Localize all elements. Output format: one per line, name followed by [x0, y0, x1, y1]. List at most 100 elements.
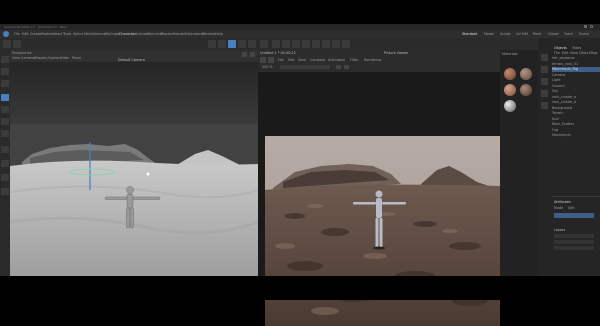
- viewport-nav-zoom-icon[interactable]: [250, 52, 255, 57]
- menu-file[interactable]: File: [14, 32, 20, 36]
- pv-render-icon[interactable]: [268, 57, 274, 63]
- object-item-selected[interactable]: Mannequin_Rig: [552, 67, 600, 72]
- points-mode-icon[interactable]: [1, 106, 9, 113]
- move-tool-icon[interactable]: [208, 40, 216, 48]
- subdivision-icon[interactable]: [292, 40, 300, 48]
- objects-menu-edit[interactable]: Edit: [562, 51, 569, 55]
- menu-modes[interactable]: Modes: [41, 32, 52, 36]
- menu-character[interactable]: Character: [119, 32, 136, 36]
- menu-create[interactable]: Create: [30, 32, 41, 36]
- menu-tools[interactable]: Tools: [63, 32, 71, 36]
- search-icon[interactable]: [541, 90, 548, 97]
- object-item[interactable]: Sky: [552, 89, 600, 94]
- takes-tab[interactable]: Takes: [572, 46, 581, 50]
- attributes-field[interactable]: [554, 240, 594, 244]
- live-select-icon[interactable]: [1, 68, 9, 75]
- material-ball-terrain[interactable]: [520, 68, 532, 80]
- attributes-mode[interactable]: Mode: [554, 206, 563, 210]
- axis-mode-icon[interactable]: [1, 146, 9, 153]
- material-ball-mannequin[interactable]: [504, 100, 516, 112]
- snap-icon[interactable]: [1, 160, 9, 167]
- pv-menu-animation[interactable]: Animation: [328, 58, 345, 62]
- attributes-field[interactable]: [554, 234, 594, 238]
- object-item[interactable]: Background: [552, 106, 600, 111]
- menu-edit[interactable]: Edit: [22, 32, 29, 36]
- deformer-icon[interactable]: [312, 40, 320, 48]
- attributes-edit[interactable]: Edit: [568, 206, 575, 210]
- layout-model[interactable]: Model: [484, 32, 494, 36]
- layer-tool-icon[interactable]: [541, 78, 548, 85]
- pv-zoom-value[interactable]: 100 %: [262, 65, 273, 69]
- objects-tab[interactable]: Objects: [554, 46, 567, 50]
- pv-timeline-slider[interactable]: [280, 65, 330, 69]
- light-icon[interactable]: [342, 40, 350, 48]
- object-item[interactable]: Mannequin: [552, 133, 600, 138]
- objects-menu-object[interactable]: Object: [579, 51, 590, 55]
- layout-uv-edit[interactable]: UV Edit: [516, 32, 528, 36]
- camera-icon[interactable]: [332, 40, 340, 48]
- pv-menu-file[interactable]: File: [278, 58, 284, 62]
- object-tool-icon[interactable]: [541, 54, 548, 61]
- minimize-icon[interactable]: [584, 25, 587, 28]
- maximize-icon[interactable]: [590, 25, 593, 28]
- render-settings-icon[interactable]: [260, 40, 268, 48]
- 3d-viewport[interactable]: [10, 62, 258, 276]
- pv-menu-view[interactable]: View: [298, 58, 306, 62]
- menu-tracker[interactable]: Tracker: [161, 32, 173, 36]
- viewport-tab-filter[interactable]: Filter: [61, 56, 69, 60]
- object-item[interactable]: Null: [552, 117, 600, 122]
- undo-icon[interactable]: [3, 40, 11, 48]
- spline-pen-icon[interactable]: [282, 40, 290, 48]
- viewport-tab-display[interactable]: Display: [35, 56, 48, 60]
- layout-groom[interactable]: Groom: [548, 32, 559, 36]
- layout-standard[interactable]: Standard: [462, 32, 477, 36]
- object-item[interactable]: rock_cluster_a: [552, 95, 600, 100]
- object-mode-icon[interactable]: [1, 94, 9, 101]
- layout-paint[interactable]: Paint: [533, 32, 541, 36]
- workplane-icon[interactable]: [1, 174, 9, 181]
- menu-volume[interactable]: Volume: [93, 32, 106, 36]
- scale-tool-icon[interactable]: [218, 40, 226, 48]
- object-item[interactable]: Camera: [552, 73, 600, 78]
- cloner-icon[interactable]: [302, 40, 310, 48]
- viewport-tab-options[interactable]: Options: [48, 56, 61, 60]
- object-item[interactable]: Ground: [552, 84, 600, 89]
- rotate-tool-icon[interactable]: [228, 40, 236, 48]
- menu-select[interactable]: Select: [52, 32, 62, 36]
- menu-help[interactable]: Help: [215, 32, 223, 36]
- pv-menu-rendering[interactable]: Rendering: [364, 58, 381, 62]
- menu-window[interactable]: Window: [202, 32, 215, 36]
- pv-menu-edit[interactable]: Edit: [288, 58, 295, 62]
- layout-track[interactable]: Track: [564, 32, 573, 36]
- layout-script[interactable]: Script: [579, 32, 589, 36]
- material-ball-sand[interactable]: [520, 84, 532, 96]
- select-tool-icon[interactable]: [1, 56, 9, 63]
- pv-undo-icon[interactable]: [260, 57, 266, 63]
- floor-icon[interactable]: [322, 40, 330, 48]
- model-mode-icon[interactable]: [1, 80, 9, 87]
- menu-render[interactable]: Render: [173, 32, 185, 36]
- render-picture-viewer-icon[interactable]: [248, 40, 256, 48]
- render-view-icon[interactable]: [238, 40, 246, 48]
- layout-sculpt[interactable]: Sculpt: [500, 32, 511, 36]
- material-ball-ground[interactable]: [504, 84, 516, 96]
- pv-menu-filter[interactable]: Filter: [350, 58, 358, 62]
- attributes-selected-row[interactable]: [554, 213, 594, 218]
- cube-icon[interactable]: [272, 40, 280, 48]
- objects-menu-view[interactable]: View: [570, 51, 578, 55]
- pv-menu-compare[interactable]: Compare: [310, 58, 325, 62]
- object-item[interactable]: Fog: [552, 128, 600, 133]
- objects-menu-file[interactable]: File: [554, 51, 560, 55]
- filter-icon[interactable]: [541, 102, 548, 109]
- pv-play-icon[interactable]: [336, 65, 341, 69]
- redo-icon[interactable]: [13, 40, 21, 48]
- menu-mesh[interactable]: Mesh: [84, 32, 93, 36]
- material-ball-rock[interactable]: [504, 68, 516, 80]
- tag-tool-icon[interactable]: [541, 66, 548, 73]
- object-item[interactable]: hdr_skydome: [552, 56, 600, 61]
- menu-spline[interactable]: Spline: [73, 32, 83, 36]
- object-item[interactable]: Light: [552, 78, 600, 83]
- viewport-tab-cameras[interactable]: Cameras: [21, 56, 36, 60]
- object-item[interactable]: rock_cluster_b: [552, 100, 600, 105]
- menu-extensions[interactable]: Extensions: [185, 32, 203, 36]
